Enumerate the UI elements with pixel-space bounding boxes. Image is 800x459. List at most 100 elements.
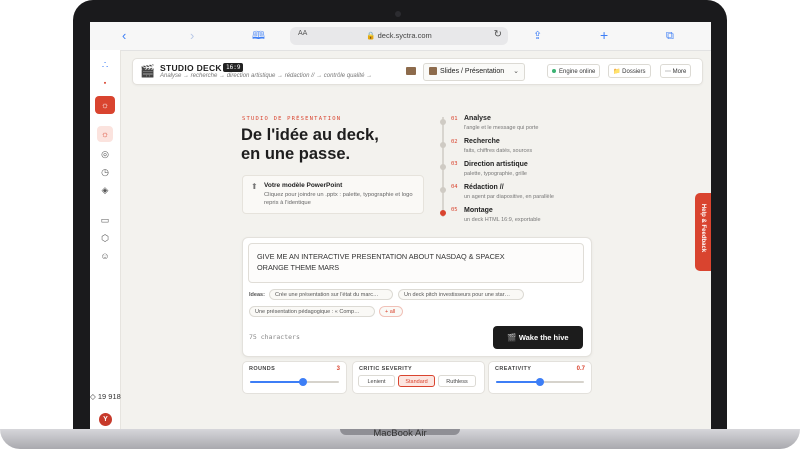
count-indicator: ◇ 19 918 [90,392,121,401]
idea-chip[interactable]: Crée une présentation sur l'état du marc… [269,289,393,300]
character-count: 75 characters [249,333,300,341]
more-button[interactable]: ⋯ More [660,64,692,78]
creativity-value: 0.7 [576,366,585,372]
avatar[interactable]: Y [99,413,112,426]
more-label: More [672,69,687,75]
template-upload-card[interactable]: ⬆ Votre modèle PowerPoint Cliquez pour j… [242,175,424,214]
step-number: 04 [451,184,458,190]
layers-icon[interactable]: ◈ [97,182,113,198]
step-dot [440,187,446,193]
creativity-control: CREATIVITY 0.7 [488,361,592,394]
help-feedback-tab[interactable]: Help & Feedback [695,193,711,271]
critic-option-ruthless[interactable]: Ruthless [438,375,476,387]
chevron-down-icon: ⌄ [513,68,519,75]
logo-icon[interactable]: ∴ [97,58,113,74]
history-icon[interactable]: ◷ [97,164,113,180]
template-description: Cliquez pour joindre un .pptx : palette,… [264,192,413,206]
step-subtitle: faits, chiffres datés, sources [464,148,533,154]
step-dot [440,119,446,125]
critic-option-standard[interactable]: Standard [398,375,435,387]
step-title: Recherche [464,138,500,145]
breadcrumb: Analyse → recherche → direction artistiq… [160,73,373,79]
tabs-icon[interactable]: ⧉ [666,28,674,44]
step-title: Direction artistique [464,161,528,168]
step-title: Analyse [464,115,491,122]
plus-icon[interactable]: + [600,27,608,43]
chevron-right-icon[interactable]: › [190,28,194,44]
folders-label: Dossiers [622,69,646,75]
step-subtitle: un deck HTML 16:9, exportable [464,217,541,223]
device-label: MacBook Air [373,428,427,439]
status-dot-icon [552,69,556,74]
engine-label: Engine online [559,69,596,75]
step-dot-active [440,210,446,216]
template-title: Votre modèle PowerPoint [264,182,343,189]
address-bar[interactable]: AA 🔒 deck.syctra.com ↻ [290,27,508,45]
browser-bar: ‹ › 🕮 AA 🔒 deck.syctra.com ↻ ⇪ + ⧉ [90,22,711,51]
screen: ‹ › 🕮 AA 🔒 deck.syctra.com ↻ ⇪ + ⧉ ∴ ▪ ☼… [90,22,711,429]
eyebrow: STUDIO DE PRÉSENTATION [242,116,342,122]
sun-icon[interactable]: ☼ [97,126,113,142]
engine-status-button[interactable]: Engine online [547,64,601,78]
title-line-2: en une passe. [241,145,351,163]
creativity-label: CREATIVITY [495,366,532,372]
upload-icon: ⬆ [251,182,258,191]
step-number: 02 [451,139,458,145]
prompt-text[interactable]: GIVE ME AN INTERACTIVE PRESENTATION ABOU… [257,251,577,273]
mode-select[interactable]: Slides / Présentation ⌄ [423,63,525,81]
step-subtitle: l'angle et le message qui porte [464,125,539,131]
share-icon[interactable]: ⇪ [533,28,542,44]
rounds-control: ROUNDS 3 [242,361,347,394]
folder-icon: 📁 [613,69,621,75]
page-title: De l'idée au deck, en une passe. [241,126,431,164]
reload-icon[interactable]: ↻ [494,29,502,40]
compass-icon[interactable]: ◎ [97,146,113,162]
all-ideas-chip[interactable]: + all [379,306,403,317]
title-line-1: De l'idée au deck, [241,126,379,144]
prompt-line-2: ORANGE THEME MARS [257,263,340,272]
clapperboard-icon: 🎬 [140,64,155,78]
users-icon[interactable]: ☺ [97,248,113,264]
mode-select-value: Slides / Présentation [440,68,505,75]
step-number: 01 [451,116,458,122]
step-subtitle: un agent par diapositive, en parallèle [464,194,554,200]
rounds-label: ROUNDS [249,366,276,372]
rounds-slider-thumb[interactable] [299,378,308,386]
creativity-slider-thumb[interactable] [536,378,544,386]
chevron-left-icon[interactable]: ‹ [122,28,126,44]
folders-button[interactable]: 📁 Dossiers [608,64,651,78]
book-icon[interactable]: 🕮 [252,28,265,44]
help-feedback-label: Help & Feedback [700,203,706,253]
creativity-slider[interactable] [496,378,584,386]
rounds-value: 3 [336,366,340,372]
critic-severity-control: CRITIC SEVERITY Lenient Standard Ruthles… [352,361,485,394]
ideas-label: Ideas: [249,292,265,298]
sidebar: ∴ ▪ ☼ ☼ ◎ ◷ ◈ ▭ ⬡ ☺ ◇ 19 918 Y [90,50,121,429]
card-icon[interactable]: ▭ [97,212,113,228]
creativity-slider-fill [496,381,540,383]
idea-chip[interactable]: Un deck pitch investisseurs pour une sta… [398,289,524,300]
critic-option-lenient[interactable]: Lenient [358,375,395,387]
ratio-badge: 16:9 [223,63,244,72]
step-number: 05 [451,207,458,213]
flag-icon[interactable]: ▪ [97,76,113,92]
step-subtitle: palette, typographie, grille [464,171,527,177]
sun-icon[interactable]: ☼ [95,96,115,114]
step-title: Rédaction // [464,184,504,191]
app-header: 🎬 STUDIO DECK 16:9 Analyse → recherche →… [132,58,703,85]
critic-severity-label: CRITIC SEVERITY [359,366,413,372]
wake-the-hive-button[interactable]: 🎬 Wake the hive [493,326,583,349]
step-number: 03 [451,161,458,167]
rounds-slider-fill [250,381,304,383]
app-title: STUDIO DECK [160,63,222,73]
ellipsis-icon: ⋯ [665,69,671,75]
image-icon [406,67,416,75]
step-title: Montage [464,207,493,214]
prompt-line-1: GIVE ME AN INTERACTIVE PRESENTATION ABOU… [257,252,505,261]
image-icon [429,67,437,75]
rounds-slider[interactable] [250,378,339,386]
box-icon[interactable]: ⬡ [97,230,113,246]
step-dot [440,164,446,170]
idea-chip[interactable]: Une présentation pédagogique : « Comp… [249,306,375,317]
camera [395,11,401,17]
